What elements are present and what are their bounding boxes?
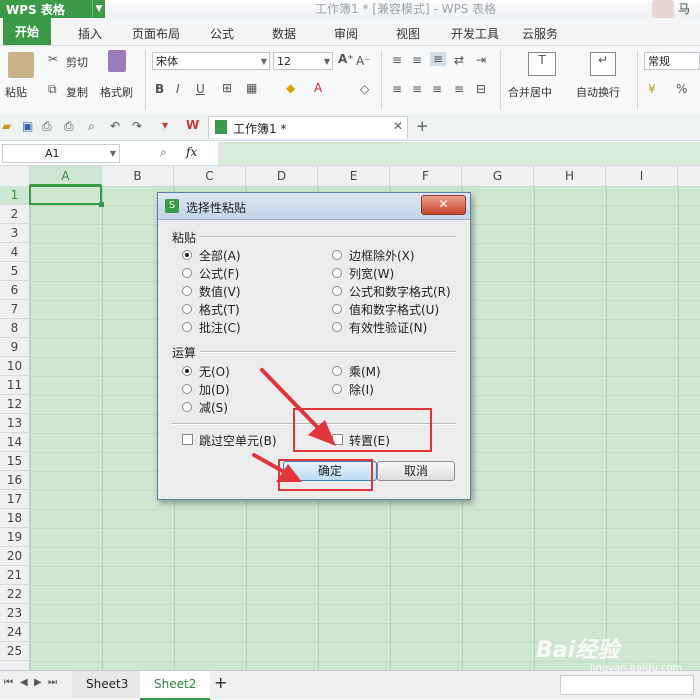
annotation-arrows — [252, 368, 336, 482]
